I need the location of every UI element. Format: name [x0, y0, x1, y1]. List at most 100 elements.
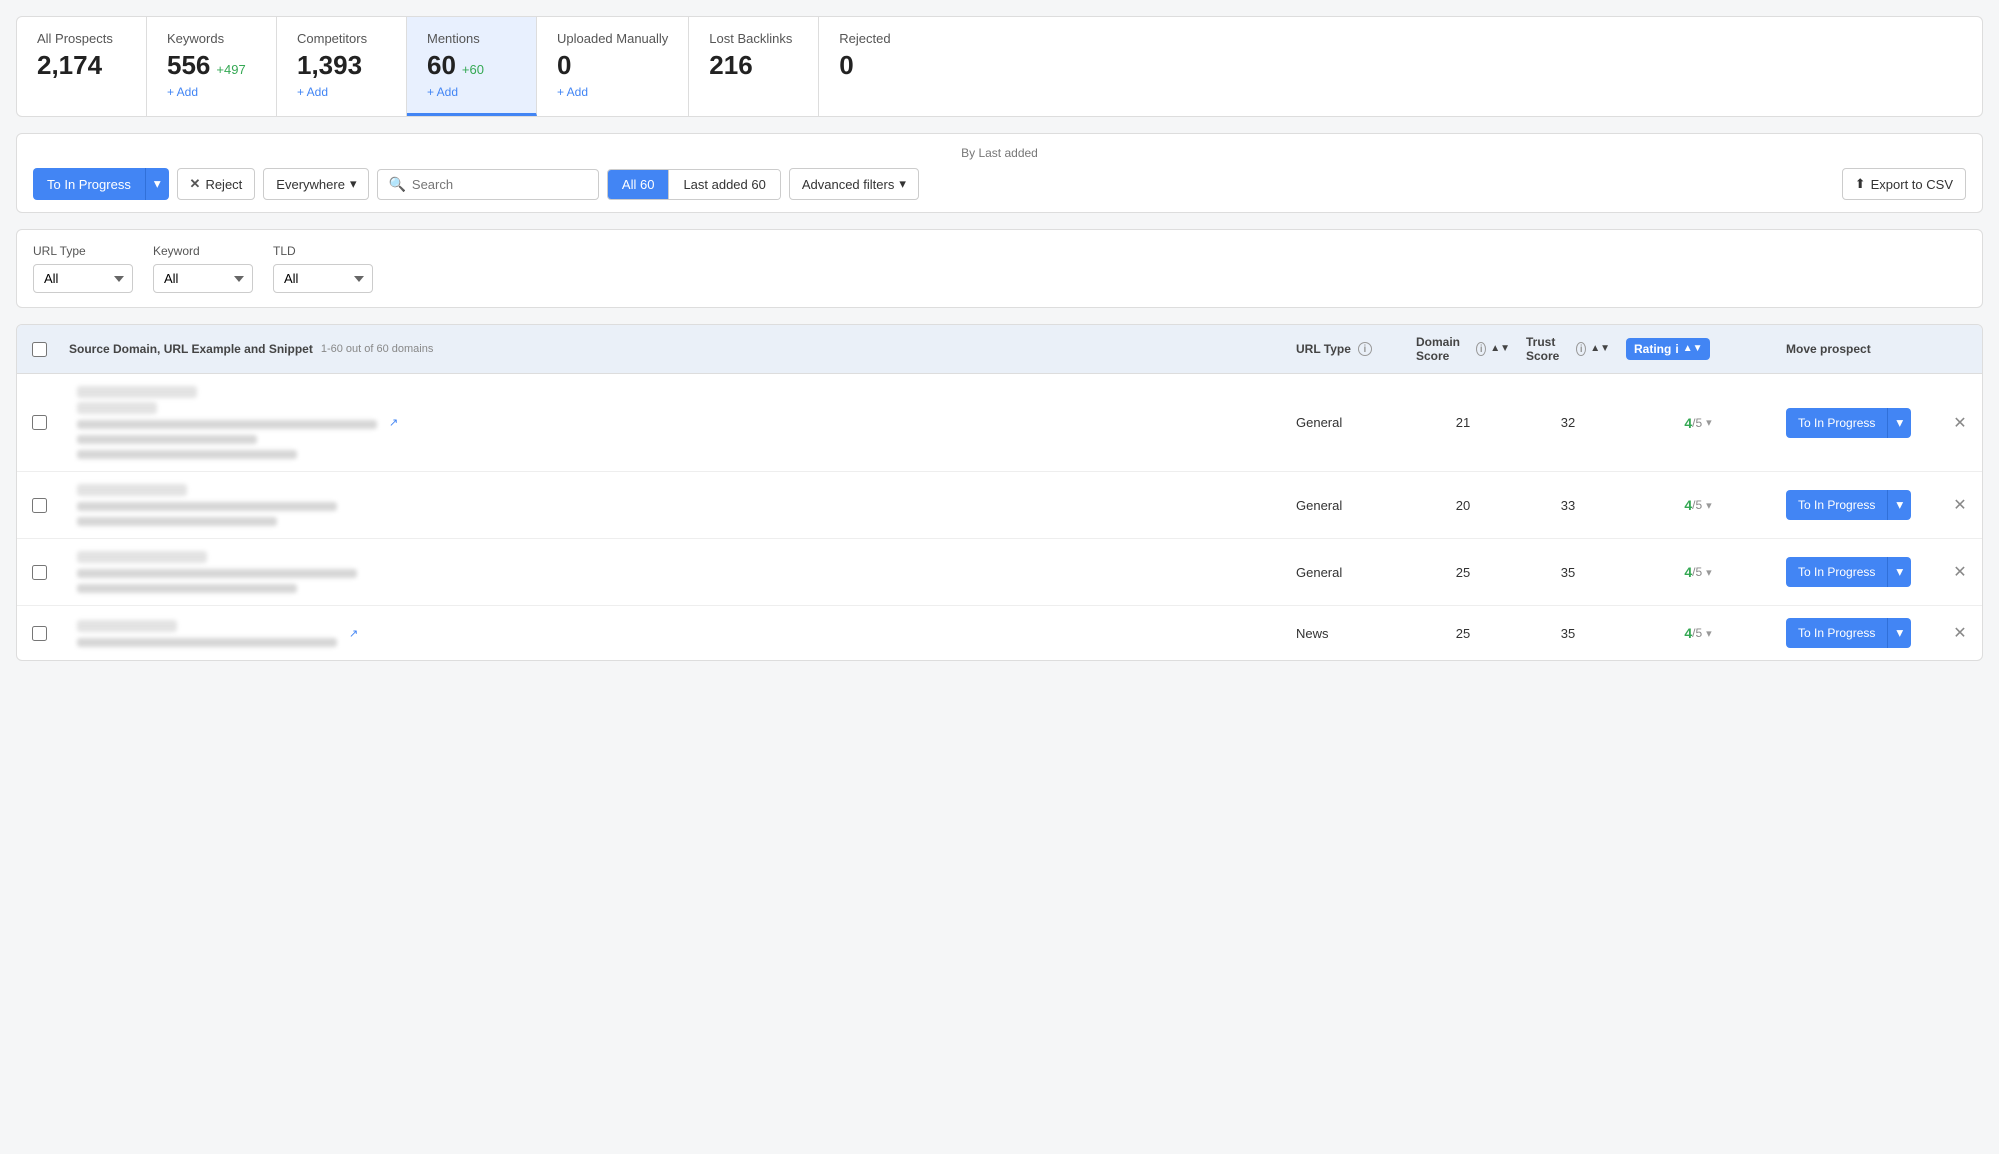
rating-value-1: 4	[1684, 497, 1692, 513]
to-in-progress-row-dropdown-1[interactable]: ▾	[1887, 490, 1911, 520]
rating-denom-1: /5	[1692, 498, 1702, 512]
card-add-keywords[interactable]: + Add	[167, 85, 256, 99]
search-input[interactable]	[412, 177, 588, 192]
card-value-mentions: 60+60	[427, 50, 516, 81]
source-cell-wrapper-2	[61, 551, 1288, 593]
tab-all[interactable]: All 60	[608, 170, 670, 199]
row-checkbox-0[interactable]	[32, 415, 47, 430]
advanced-filters-label: Advanced filters	[802, 177, 895, 192]
source-domain-cell-0	[69, 386, 385, 459]
to-in-progress-button[interactable]: To In Progress	[33, 168, 145, 200]
remove-cell-3: ✕	[1938, 623, 1982, 643]
card-label-competitors: Competitors	[297, 31, 386, 46]
rating-header-badge[interactable]: Rating i ▲▼	[1626, 338, 1710, 360]
source-cell-wrapper-3: ↗	[61, 620, 1288, 647]
rating-dropdown-icon-0[interactable]: ▾	[1706, 416, 1712, 429]
card-value-competitors: 1,393	[297, 50, 386, 81]
external-link-icon-3[interactable]: ↗	[349, 627, 358, 640]
card-add-uploaded-manually[interactable]: + Add	[557, 85, 668, 99]
row-checkbox-cell-2	[17, 565, 61, 580]
chevron-down-icon: ▾	[154, 176, 161, 191]
external-link-icon-0[interactable]: ↗	[389, 416, 398, 429]
header-trust-score: Trust Score i ▲▼	[1518, 335, 1618, 363]
card-value-uploaded-manually: 0	[557, 50, 668, 81]
move-prospect-cell-1: To In Progress ▾	[1778, 490, 1938, 520]
blurred-domain-text	[77, 484, 187, 496]
row-checkbox-3[interactable]	[32, 626, 47, 641]
rating-denom-0: /5	[1692, 416, 1702, 430]
rating-sort[interactable]: ▲▼	[1683, 344, 1703, 354]
card-lost-backlinks[interactable]: Lost Backlinks216	[689, 17, 819, 116]
card-add-mentions[interactable]: + Add	[427, 85, 516, 99]
trust-score-info-icon[interactable]: i	[1576, 342, 1586, 356]
reject-label: Reject	[205, 177, 242, 192]
card-add-competitors[interactable]: + Add	[297, 85, 386, 99]
domain-score-cell-2: 25	[1408, 565, 1518, 580]
remove-cell-1: ✕	[1938, 495, 1982, 515]
blurred-snippet-text	[77, 584, 297, 593]
keyword-select[interactable]: All	[153, 264, 253, 293]
table-header: Source Domain, URL Example and Snippet 1…	[17, 325, 1982, 374]
tab-last-added[interactable]: Last added 60	[669, 170, 779, 199]
move-prospect-cell-0: To In Progress ▾	[1778, 408, 1938, 438]
top-cards-bar: All Prospects2,174Keywords556+497+ AddCo…	[16, 16, 1983, 117]
source-cell-wrapper-1	[61, 484, 1288, 526]
card-keywords[interactable]: Keywords556+497+ Add	[147, 17, 277, 116]
close-icon: ✕	[190, 176, 201, 192]
to-in-progress-row-button-1[interactable]: To In Progress	[1786, 490, 1887, 520]
url-type-cell-0: General	[1288, 415, 1408, 430]
url-type-info-icon[interactable]: i	[1358, 342, 1372, 356]
export-label: Export to CSV	[1871, 177, 1953, 192]
everywhere-dropdown[interactable]: Everywhere ▾	[263, 168, 369, 200]
rating-dropdown-icon-3[interactable]: ▾	[1706, 627, 1712, 640]
domain-score-sort[interactable]: ▲▼	[1490, 344, 1510, 354]
card-label-lost-backlinks: Lost Backlinks	[709, 31, 798, 46]
to-in-progress-row-dropdown-0[interactable]: ▾	[1887, 408, 1911, 438]
search-box[interactable]: 🔍	[377, 169, 598, 200]
url-type-cell-1: General	[1288, 498, 1408, 513]
source-domain-cell-1	[69, 484, 345, 526]
card-mentions[interactable]: Mentions 60+60 + Add	[407, 17, 537, 116]
tld-label: TLD	[273, 244, 373, 258]
export-csv-button[interactable]: ⬆ Export to CSV	[1842, 168, 1966, 200]
rating-cell-2: 4 /5 ▾	[1618, 564, 1778, 580]
move-btn-group-2: To In Progress ▾	[1786, 557, 1930, 587]
select-all-checkbox[interactable]	[32, 342, 47, 357]
filter-row: URL Type All Keyword All TLD All	[16, 229, 1983, 308]
blurred-snippet-text	[77, 638, 337, 647]
row-checkbox-2[interactable]	[32, 565, 47, 580]
to-in-progress-row-dropdown-2[interactable]: ▾	[1887, 557, 1911, 587]
to-in-progress-row-button-2[interactable]: To In Progress	[1786, 557, 1887, 587]
to-in-progress-row-button-0[interactable]: To In Progress	[1786, 408, 1887, 438]
card-rejected[interactable]: Rejected0	[819, 17, 949, 116]
reject-button[interactable]: ✕ Reject	[177, 168, 256, 200]
prospects-table: Source Domain, URL Example and Snippet 1…	[16, 324, 1983, 661]
blurred-domain-text	[77, 551, 207, 563]
trust-score-sort[interactable]: ▲▼	[1590, 344, 1610, 354]
card-delta-mentions: +60	[462, 62, 484, 77]
remove-button-2[interactable]: ✕	[1949, 562, 1970, 582]
remove-button-3[interactable]: ✕	[1949, 623, 1970, 643]
url-type-select[interactable]: All	[33, 264, 133, 293]
rating-dropdown-icon-2[interactable]: ▾	[1706, 566, 1712, 579]
rating-dropdown-icon-1[interactable]: ▾	[1706, 499, 1712, 512]
card-label-mentions: Mentions	[427, 31, 516, 46]
domain-score-info-icon[interactable]: i	[1476, 342, 1486, 356]
move-btn-group-1: To In Progress ▾	[1786, 490, 1930, 520]
remove-button-1[interactable]: ✕	[1949, 495, 1970, 515]
card-competitors[interactable]: Competitors 1,393 + Add	[277, 17, 407, 116]
card-all-prospects[interactable]: All Prospects2,174	[17, 17, 147, 116]
remove-button-0[interactable]: ✕	[1949, 413, 1970, 433]
trust-score-cell-0: 32	[1518, 415, 1618, 430]
blurred-snippet-text	[77, 420, 377, 429]
row-checkbox-1[interactable]	[32, 498, 47, 513]
rating-cell-0: 4 /5 ▾	[1618, 415, 1778, 431]
to-in-progress-row-button-3[interactable]: To In Progress	[1786, 618, 1887, 648]
advanced-filters-button[interactable]: Advanced filters ▾	[789, 168, 919, 200]
card-uploaded-manually[interactable]: Uploaded Manually0+ Add	[537, 17, 689, 116]
tld-select[interactable]: All	[273, 264, 373, 293]
to-in-progress-dropdown-button[interactable]: ▾	[145, 168, 169, 200]
source-domain-cell-2	[69, 551, 365, 593]
sort-label: By Last added	[33, 146, 1966, 160]
to-in-progress-row-dropdown-3[interactable]: ▾	[1887, 618, 1911, 648]
